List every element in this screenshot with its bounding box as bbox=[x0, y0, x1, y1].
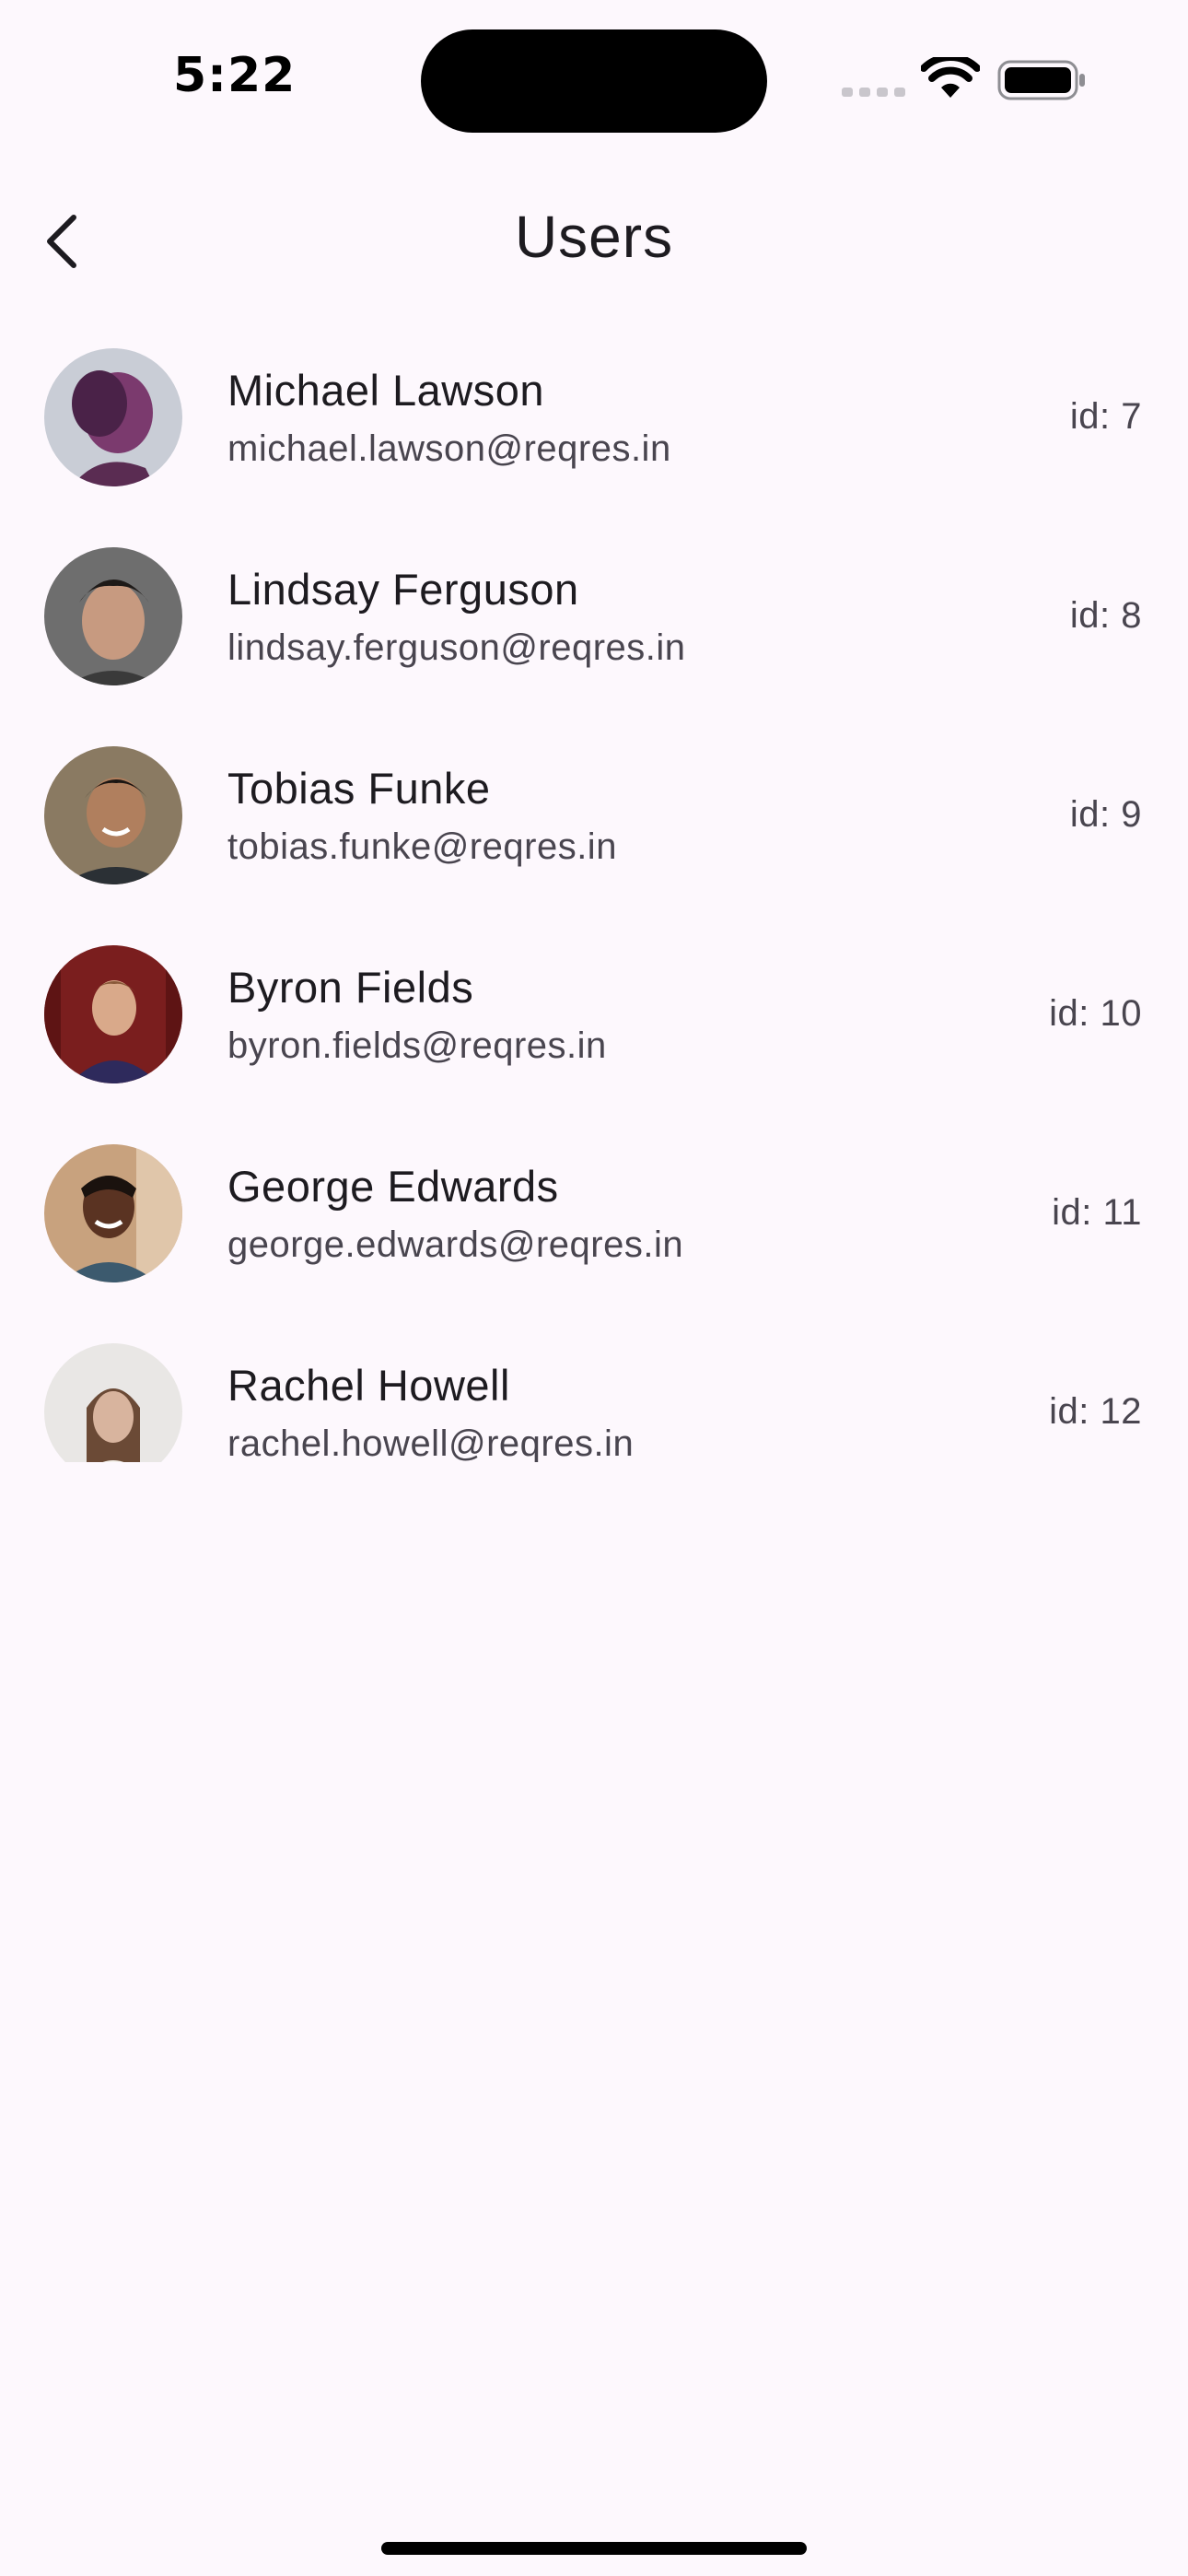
avatar bbox=[44, 945, 182, 1083]
user-name: George Edwards bbox=[227, 1162, 559, 1211]
user-email: george.edwards@reqres.in bbox=[227, 1224, 684, 1265]
user-id: id: 10 bbox=[1049, 993, 1142, 1034]
user-email: michael.lawson@reqres.in bbox=[227, 428, 671, 469]
home-indicator[interactable] bbox=[381, 2542, 807, 2555]
user-row[interactable]: Byron Fields byron.fields@reqres.in id: … bbox=[0, 910, 1188, 1109]
user-email: lindsay.ferguson@reqres.in bbox=[227, 627, 686, 668]
battery-icon bbox=[997, 60, 1085, 100]
user-list[interactable]: Michael Lawson michael.lawson@reqres.in … bbox=[0, 313, 1188, 1465]
avatar bbox=[44, 348, 182, 486]
dynamic-island bbox=[421, 29, 767, 133]
avatar bbox=[44, 1144, 182, 1282]
user-row[interactable]: Lindsay Ferguson lindsay.ferguson@reqres… bbox=[0, 512, 1188, 711]
user-id: id: 8 bbox=[1069, 595, 1142, 636]
avatar bbox=[44, 1343, 182, 1462]
user-name: Byron Fields bbox=[227, 963, 474, 1012]
user-id: id: 7 bbox=[1069, 396, 1142, 437]
user-row[interactable]: George Edwards george.edwards@reqres.in … bbox=[0, 1109, 1188, 1308]
user-id: id: 12 bbox=[1049, 1391, 1142, 1432]
list-viewport: Michael Lawson michael.lawson@reqres.in … bbox=[0, 313, 1188, 1462]
user-row[interactable]: Michael Lawson michael.lawson@reqres.in … bbox=[0, 313, 1188, 512]
user-name: Michael Lawson bbox=[227, 366, 545, 415]
avatar bbox=[44, 746, 182, 884]
user-row[interactable]: Tobias Funke tobias.funke@reqres.in id: … bbox=[0, 711, 1188, 910]
user-row[interactable]: Rachel Howell rachel.howell@reqres.in id… bbox=[0, 1308, 1188, 1462]
user-email: byron.fields@reqres.in bbox=[227, 1025, 607, 1066]
user-id: id: 9 bbox=[1069, 794, 1142, 835]
wifi-icon bbox=[921, 57, 980, 98]
app-bar: Users bbox=[0, 175, 1188, 304]
user-name: Rachel Howell bbox=[227, 1361, 510, 1410]
status-time: 5:22 bbox=[173, 48, 297, 103]
user-email: rachel.howell@reqres.in bbox=[227, 1423, 635, 1462]
page-title: Users bbox=[514, 204, 674, 270]
avatar bbox=[44, 547, 182, 685]
screen: 5:22 Users Michael Lawson michael.lawson… bbox=[0, 0, 1188, 2576]
signal-icon bbox=[842, 88, 905, 97]
status-bar: 5:22 bbox=[0, 0, 1188, 157]
user-name: Tobias Funke bbox=[227, 764, 491, 813]
user-email: tobias.funke@reqres.in bbox=[227, 826, 617, 867]
user-name: Lindsay Ferguson bbox=[227, 565, 579, 614]
user-id: id: 11 bbox=[1052, 1192, 1142, 1233]
